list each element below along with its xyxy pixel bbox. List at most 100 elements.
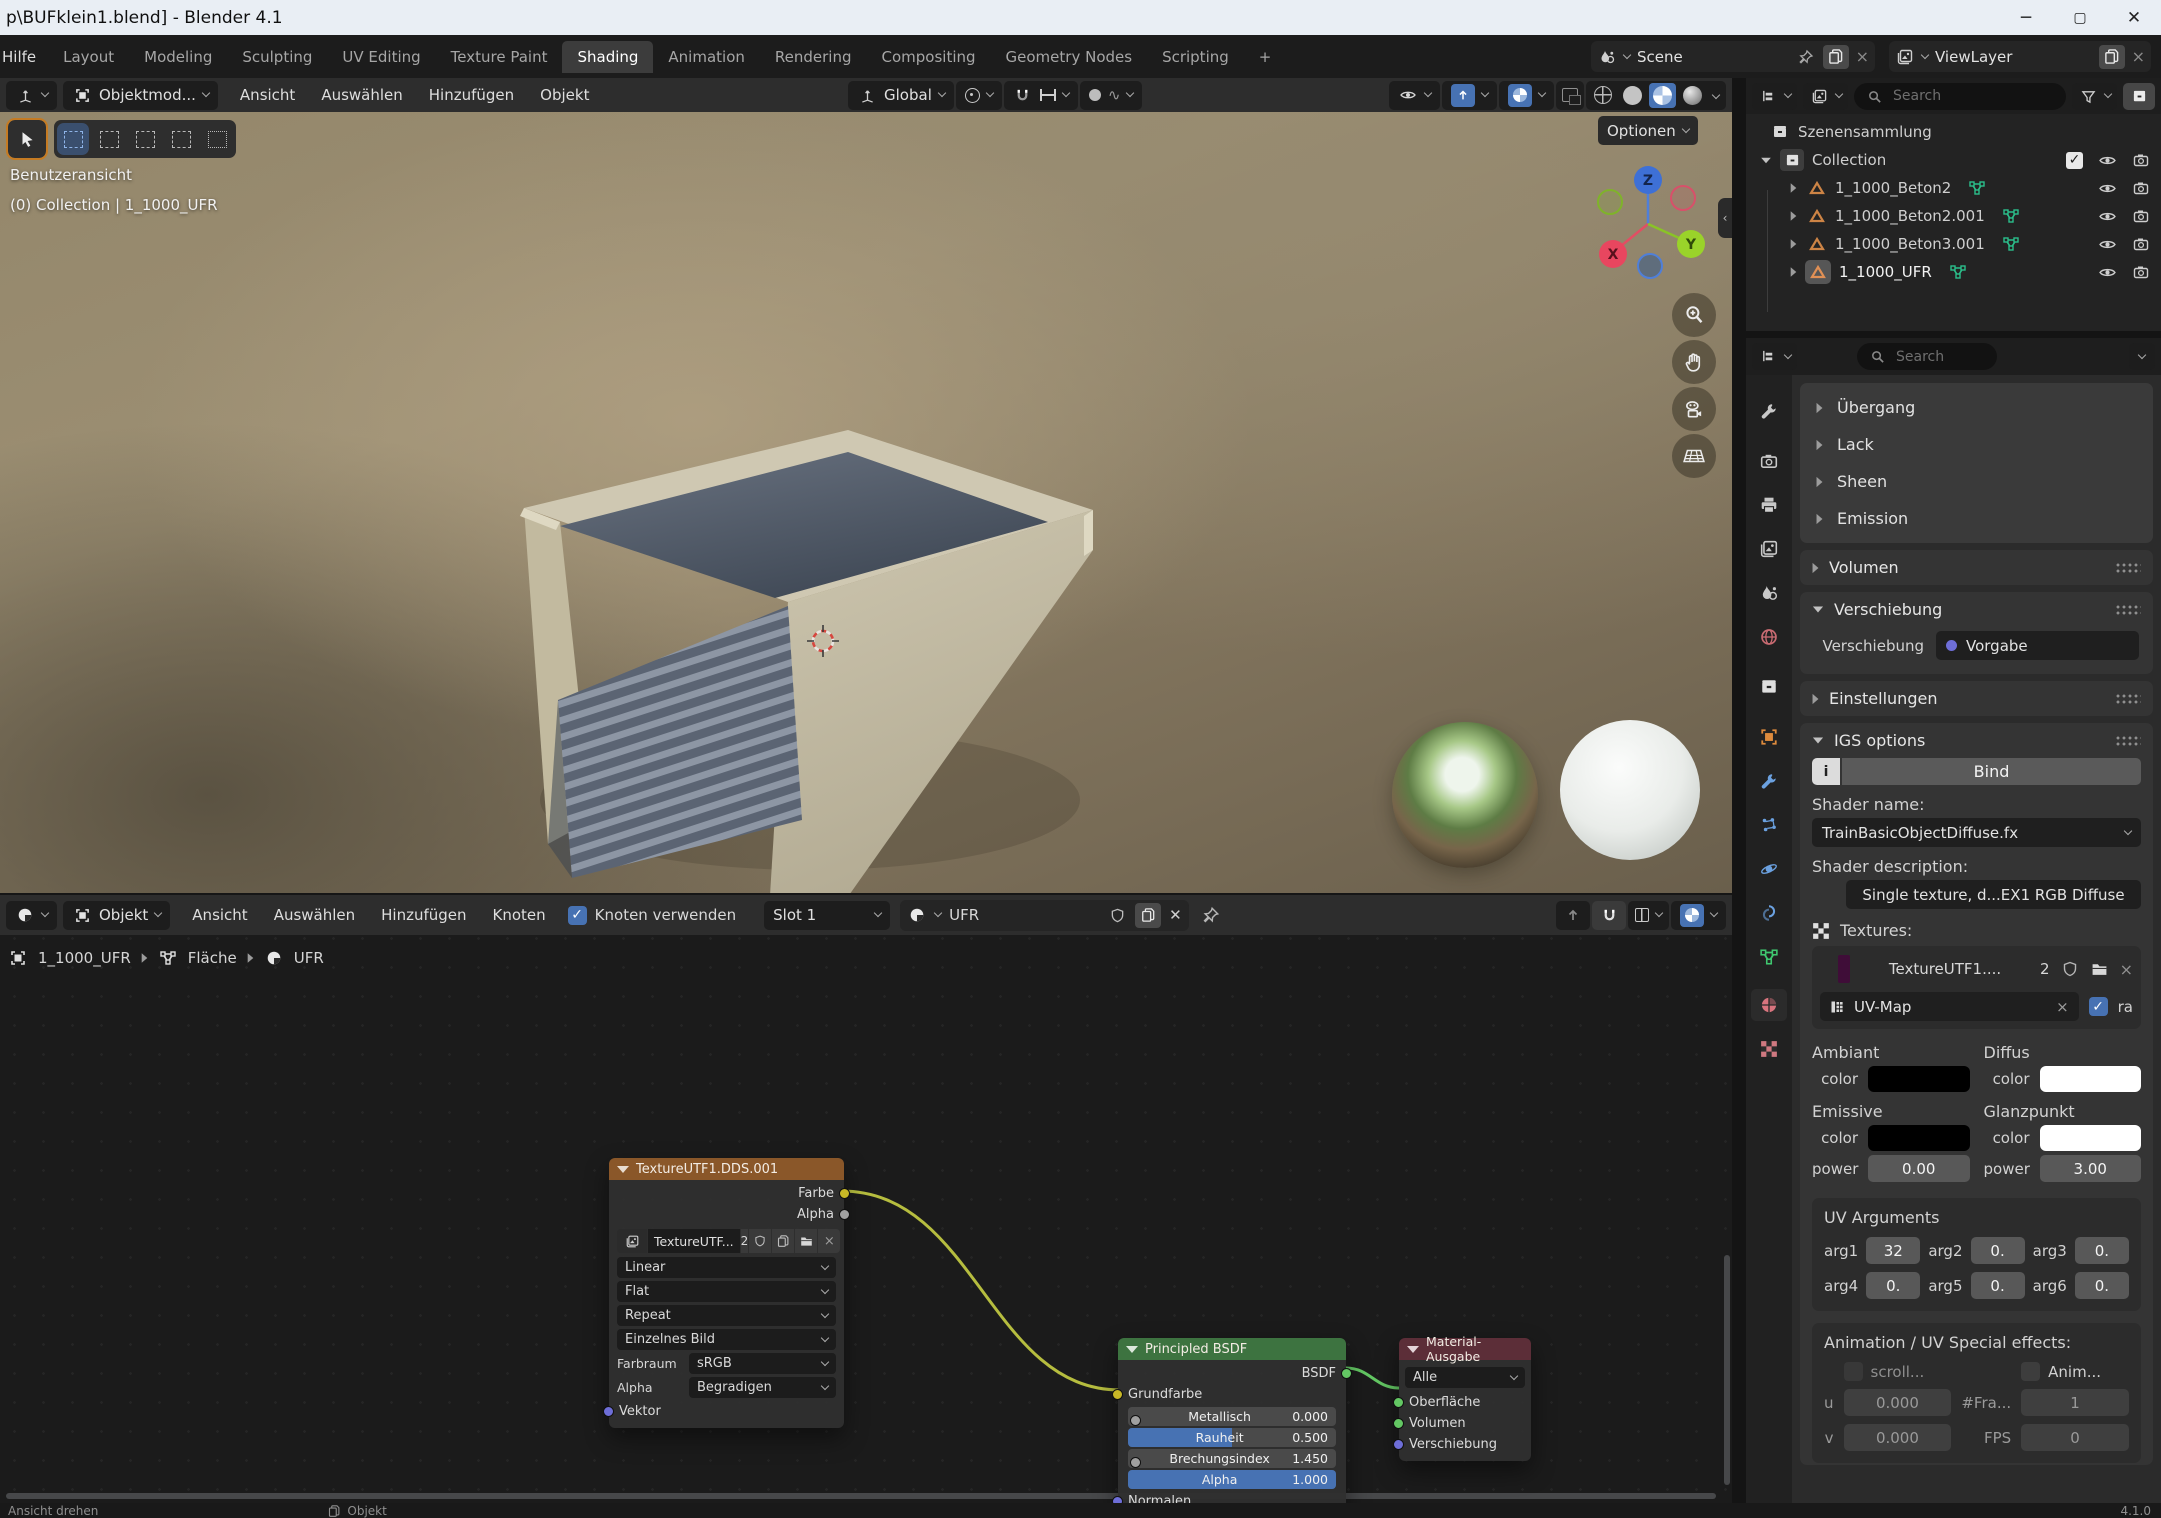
tab-tool[interactable]	[1751, 395, 1787, 427]
unlink-texture-icon[interactable]: ×	[2120, 960, 2133, 979]
display-mode-dropdown[interactable]	[1752, 83, 1797, 110]
scene-collection-row[interactable]: Szenensammlung	[1746, 118, 2161, 146]
new-scene-icon[interactable]	[1823, 45, 1849, 69]
select-box-intersect[interactable]	[201, 123, 233, 155]
input-socket-volume[interactable]	[1393, 1418, 1404, 1429]
eye-icon[interactable]	[2097, 178, 2117, 198]
panel-einstellungen[interactable]: Einstellungen	[1800, 681, 2153, 716]
filter-type-dropdown[interactable]	[1803, 83, 1848, 110]
pin-icon[interactable]	[1201, 905, 1221, 925]
ortho-toggle-button[interactable]	[1672, 434, 1716, 478]
menu-hinzufuegen[interactable]: Hinzufügen	[417, 86, 526, 104]
tab-geometry-nodes[interactable]: Geometry Nodes	[991, 41, 1148, 73]
material-name[interactable]: UFR	[949, 906, 1099, 924]
menu-hinzufuegen[interactable]: Hinzufügen	[369, 906, 478, 924]
node-principled-bsdf[interactable]: Principled BSDF BSDF Grundfarbe Metallis…	[1118, 1338, 1346, 1514]
object-row-ufr-selected[interactable]: 1_1000_UFR	[1746, 258, 2161, 286]
source-dropdown[interactable]: Einzelnes Bild	[617, 1329, 836, 1350]
expand-icon[interactable]	[1761, 157, 1771, 163]
tab-sculpting[interactable]: Sculpting	[227, 41, 327, 73]
editor-divider[interactable]	[1732, 78, 1746, 1518]
input-socket-surface[interactable]	[1393, 1397, 1404, 1408]
emissive-power-field[interactable]: 0.00	[1868, 1155, 1970, 1182]
unlink-image-icon[interactable]: ×	[818, 1229, 840, 1253]
vertical-scrollbar[interactable]	[1724, 1255, 1730, 1485]
v-field[interactable]: 0.000	[1844, 1424, 1952, 1451]
output-socket-bsdf[interactable]	[1341, 1368, 1352, 1379]
tab-material[interactable]	[1751, 989, 1787, 1021]
fake-user-icon[interactable]	[1107, 905, 1127, 925]
properties-options-dropdown[interactable]	[2129, 343, 2155, 370]
panel-sheen[interactable]: Sheen	[1800, 463, 2153, 500]
use-nodes-toggle[interactable]: ✓ Knoten verwenden	[568, 906, 736, 925]
diffuse-color-swatch[interactable]	[2040, 1066, 2142, 1092]
unlink-material-icon[interactable]: ✕	[1169, 906, 1182, 924]
open-folder-icon[interactable]	[795, 1229, 817, 1253]
add-workspace-button[interactable]: +	[1244, 41, 1287, 73]
image-name[interactable]: TextureUTF...	[648, 1229, 740, 1253]
tab-layout[interactable]: Layout	[48, 41, 129, 73]
transform-orientation-dropdown[interactable]: Global	[848, 81, 954, 110]
arg1-field[interactable]: 32	[1866, 1237, 1920, 1264]
camera-icon[interactable]	[2131, 150, 2151, 170]
texture-name[interactable]: TextureUTF1....	[1860, 960, 2030, 978]
ambient-color-swatch[interactable]	[1868, 1066, 1970, 1092]
panel-igs-options[interactable]: IGS options i Bind Shader name: TrainBas…	[1800, 723, 2153, 1465]
checkbox-checked-icon[interactable]: ✓	[568, 906, 587, 925]
snap-mode-dropdown[interactable]	[1628, 901, 1669, 930]
shading-solid-button[interactable]	[1619, 83, 1646, 108]
shader-name-dropdown[interactable]: TrainBasicObjectDiffuse.fx	[1812, 818, 2141, 847]
scene-name[interactable]: Scene	[1637, 48, 1789, 66]
tab-texture[interactable]	[1751, 1033, 1787, 1065]
snapping-controls[interactable]	[1004, 81, 1078, 110]
pin-icon[interactable]	[1796, 47, 1816, 67]
panel-uebergang[interactable]: Übergang	[1800, 389, 2153, 426]
input-socket-displacement[interactable]	[1393, 1439, 1404, 1450]
node-header[interactable]: Principled BSDF	[1118, 1338, 1346, 1360]
menu-knoten[interactable]: Knoten	[481, 906, 558, 924]
slot-dropdown[interactable]: Slot 1	[764, 901, 890, 930]
select-box-extend[interactable]	[93, 123, 125, 155]
outliner-properties-divider[interactable]	[1746, 331, 2161, 338]
tab-output[interactable]	[1751, 489, 1787, 521]
scene-selector[interactable]: Scene ×	[1591, 41, 1875, 72]
specular-power-field[interactable]: 3.00	[2040, 1155, 2142, 1182]
editor-type-button[interactable]	[6, 81, 57, 110]
camera-icon[interactable]	[2131, 178, 2151, 198]
image-icon[interactable]	[617, 1229, 647, 1253]
tab-physics[interactable]	[1751, 853, 1787, 885]
visibility-dropdown[interactable]	[1389, 81, 1440, 110]
tab-constraints[interactable]	[1751, 897, 1787, 929]
panel-lack[interactable]: Lack	[1800, 426, 2153, 463]
select-box-new[interactable]	[57, 123, 89, 155]
menu-auswaehlen[interactable]: Auswählen	[309, 86, 414, 104]
active-tool-tweak[interactable]	[8, 120, 46, 158]
tab-view-layer[interactable]	[1751, 533, 1787, 565]
camera-icon[interactable]	[2131, 206, 2151, 226]
properties-search[interactable]	[1857, 343, 1997, 370]
scroll-checkbox[interactable]	[1844, 1362, 1863, 1381]
tab-shading[interactable]: Shading	[562, 41, 653, 73]
drag-grip-icon[interactable]	[2115, 693, 2141, 704]
interpolation-dropdown[interactable]: Linear	[617, 1257, 836, 1278]
new-viewlayer-icon[interactable]	[2099, 45, 2125, 69]
copy-icon[interactable]	[772, 1229, 794, 1253]
editor-type-button[interactable]	[1752, 343, 1797, 370]
arg3-field[interactable]: 0.	[2075, 1237, 2129, 1264]
panel-verschiebung[interactable]: Verschiebung Verschiebung Vorgabe	[1800, 592, 2153, 674]
tab-animation[interactable]: Animation	[653, 41, 759, 73]
outliner-search[interactable]	[1854, 83, 2066, 110]
verschiebung-dropdown[interactable]: Vorgabe	[1936, 631, 2139, 660]
proportional-editing[interactable]: ∿	[1080, 81, 1143, 110]
uvmap-field[interactable]: UV-Map ×	[1820, 992, 2079, 1021]
close-button[interactable]: ✕	[2107, 0, 2161, 35]
object-row-beton2[interactable]: 1_1000_Beton2	[1746, 174, 2161, 202]
input-socket[interactable]	[1130, 1457, 1141, 1468]
tab-scripting[interactable]: Scripting	[1147, 41, 1244, 73]
remove-viewlayer-icon[interactable]: ×	[2132, 47, 2145, 66]
arg4-field[interactable]: 0.	[1866, 1272, 1920, 1299]
drag-grip-icon[interactable]	[2115, 735, 2141, 746]
fps-field[interactable]: 0	[2021, 1424, 2129, 1451]
select-box-subtract[interactable]	[129, 123, 161, 155]
anim-checkbox[interactable]	[2021, 1362, 2040, 1381]
